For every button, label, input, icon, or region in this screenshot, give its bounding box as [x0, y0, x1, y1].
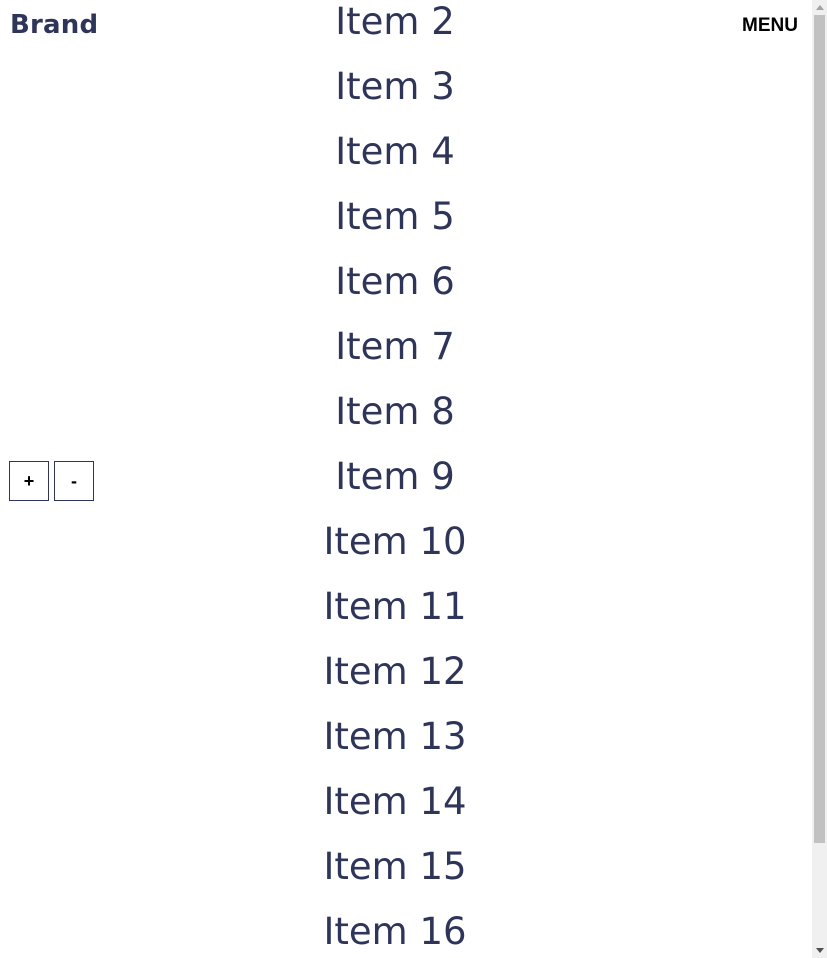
zoom-in-button[interactable]: +: [9, 461, 49, 501]
page-viewport: Brand MENU Item 2 Item 3 Item 4 Item 5 Item …: [0, 0, 812, 958]
scroll-up-button[interactable]: [812, 0, 827, 15]
arrow-up-icon: [815, 5, 824, 10]
item-list: Item 2 Item 3 Item 4 Item 5 Item 6 Item 7 Item…: [0, 0, 790, 958]
list-item[interactable]: Item 10: [0, 509, 790, 574]
list-item[interactable]: Item 8: [0, 379, 790, 444]
zoom-controls: + -: [9, 461, 94, 501]
scroll-down-button[interactable]: [812, 943, 827, 958]
zoom-out-button[interactable]: -: [54, 461, 94, 501]
list-item[interactable]: Item 13: [0, 704, 790, 769]
list-item[interactable]: Item 16: [0, 899, 790, 958]
list-item[interactable]: Item 15: [0, 834, 790, 899]
list-item[interactable]: Item 7: [0, 314, 790, 379]
arrow-down-icon: [815, 948, 824, 953]
list-item[interactable]: Item 4: [0, 119, 790, 184]
list-item[interactable]: Item 3: [0, 54, 790, 119]
vertical-scrollbar[interactable]: [812, 0, 827, 958]
list-item[interactable]: Item 9: [0, 444, 790, 509]
list-item[interactable]: Item 14: [0, 769, 790, 834]
list-item[interactable]: Item 2: [0, 0, 790, 54]
list-item[interactable]: Item 5: [0, 184, 790, 249]
scrollbar-thumb[interactable]: [814, 15, 825, 843]
list-item[interactable]: Item 11: [0, 574, 790, 639]
list-item[interactable]: Item 12: [0, 639, 790, 704]
list-item[interactable]: Item 6: [0, 249, 790, 314]
